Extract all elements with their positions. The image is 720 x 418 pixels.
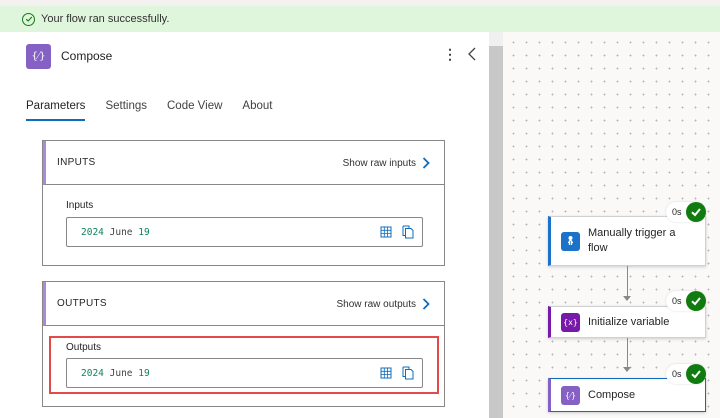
inputs-header: INPUTS Show raw inputs [43, 141, 444, 185]
node-label-line1: Manually trigger a [588, 227, 676, 239]
flow-connector [627, 338, 628, 367]
panel-title: Compose [61, 49, 113, 63]
tab-about[interactable]: About [242, 100, 272, 121]
success-banner: Your flow ran successfully. [0, 0, 720, 32]
inputs-card: INPUTS Show raw inputs Inputs 2024 June … [42, 140, 445, 266]
outputs-header: OUTPUTS Show raw outputs [43, 282, 444, 326]
more-options-icon[interactable]: ⋮ [443, 46, 457, 63]
success-check-icon [22, 12, 35, 26]
arrow-down-icon [623, 296, 631, 301]
chevron-right-icon [422, 298, 430, 310]
compose-icon: {⁄} [561, 385, 580, 405]
collapse-panel-icon[interactable] [466, 46, 478, 62]
scrollbar-thumb[interactable] [489, 46, 503, 418]
tab-settings[interactable]: Settings [105, 100, 147, 121]
compose-icon: {⁄} [26, 44, 51, 69]
node-label: Compose [588, 388, 636, 401]
node-status-manual-trigger: 0s [666, 202, 706, 222]
success-check-icon [685, 364, 706, 384]
table-view-icon[interactable] [380, 226, 392, 238]
duration-label: 0s [672, 369, 682, 379]
panel-scrollbar[interactable] [489, 32, 503, 418]
variable-icon: {x} [561, 312, 580, 332]
inputs-body: Inputs 2024 June 19 [43, 185, 444, 265]
outputs-section-title: OUTPUTS [57, 298, 107, 309]
outputs-highlight-box [49, 336, 439, 394]
inputs-value[interactable]: 2024 June 19 [66, 217, 423, 247]
copy-icon[interactable] [402, 225, 414, 239]
inputs-section-title: INPUTS [57, 157, 96, 168]
show-raw-inputs-link[interactable]: Show raw inputs [343, 141, 430, 185]
success-check-icon [685, 291, 706, 311]
show-raw-outputs-link[interactable]: Show raw outputs [337, 282, 431, 326]
tab-parameters[interactable]: Parameters [26, 100, 86, 121]
tab-code-view[interactable]: Code View [167, 100, 222, 121]
inputs-month: June [109, 226, 133, 238]
duration-label: 0s [672, 296, 682, 306]
banner-message: Your flow ran successfully. [41, 13, 170, 25]
node-label: Manually trigger a flow [588, 226, 675, 256]
node-label-line2: flow [588, 242, 608, 254]
flow-connector [627, 266, 628, 296]
chevron-right-icon [422, 157, 430, 169]
node-status-initialize-variable: 0s [666, 291, 706, 311]
inputs-day: 19 [138, 226, 150, 238]
show-raw-inputs-label: Show raw inputs [342, 157, 416, 169]
show-raw-outputs-label: Show raw outputs [336, 298, 417, 310]
inputs-field-label: Inputs [66, 200, 94, 211]
duration-label: 0s [672, 207, 682, 217]
arrow-down-icon [623, 367, 631, 372]
node-label: Initialize variable [588, 315, 670, 328]
panel-tabs: Parameters Settings Code View About [26, 100, 292, 121]
node-status-compose: 0s [666, 364, 706, 384]
inputs-year: 2024 [81, 226, 104, 238]
flow-node-manual-trigger[interactable]: Manually trigger a flow [548, 216, 706, 266]
success-check-icon [685, 202, 706, 222]
touch-icon [561, 231, 580, 251]
